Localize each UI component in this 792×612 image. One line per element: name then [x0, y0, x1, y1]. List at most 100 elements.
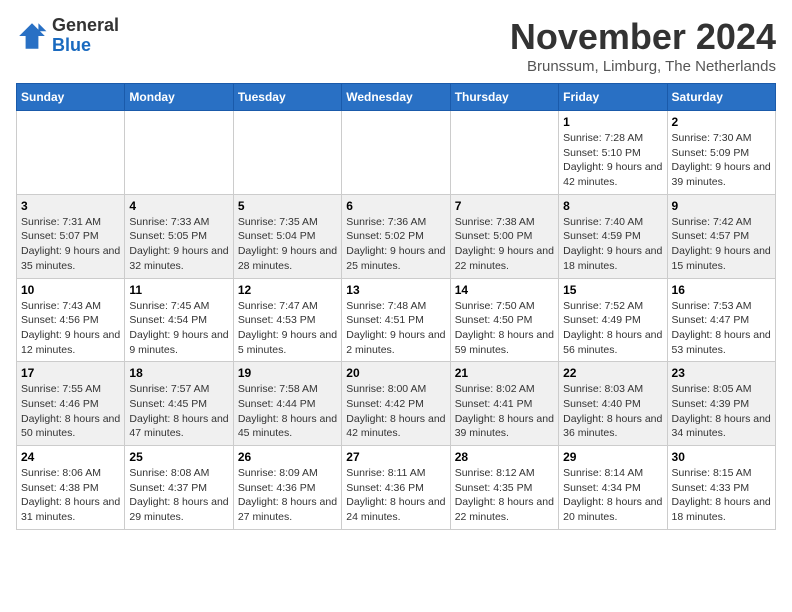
day-number: 22	[563, 366, 662, 380]
day-number: 29	[563, 450, 662, 464]
title-section: November 2024 Brunssum, Limburg, The Net…	[510, 16, 776, 75]
day-info: Sunrise: 7:57 AM Sunset: 4:45 PM Dayligh…	[129, 382, 228, 441]
column-header-friday: Friday	[559, 84, 667, 111]
calendar-day-cell: 23Sunrise: 8:05 AM Sunset: 4:39 PM Dayli…	[667, 362, 775, 446]
day-info: Sunrise: 8:08 AM Sunset: 4:37 PM Dayligh…	[129, 466, 228, 525]
calendar-day-cell	[342, 111, 450, 195]
column-header-tuesday: Tuesday	[233, 84, 341, 111]
calendar-day-cell: 25 Sunrise: 8:08 AM Sunset: 4:37 PM Dayli…	[125, 446, 233, 530]
calendar-day-cell: 24Sunrise: 8:06 AM Sunset: 4:38 PM Dayli…	[17, 446, 125, 530]
calendar-week-row: 1 Sunrise: 7:28 AM Sunset: 5:10 PM Daylig…	[17, 111, 776, 195]
day-info: Sunrise: 7:58 AM Sunset: 4:44 PM Dayligh…	[238, 382, 337, 441]
day-info: Sunrise: 7:47 AM Sunset: 4:53 PM Dayligh…	[238, 299, 337, 358]
calendar-week-row: 3 Sunrise: 7:31 AM Sunset: 5:07 PM Daylig…	[17, 194, 776, 278]
day-number: 26	[238, 450, 337, 464]
calendar-day-cell	[233, 111, 341, 195]
day-number: 16	[672, 283, 771, 297]
day-number: 1	[563, 115, 662, 129]
column-header-wednesday: Wednesday	[342, 84, 450, 111]
calendar-day-cell: 7 Sunrise: 7:38 AM Sunset: 5:00 PM Daylig…	[450, 194, 558, 278]
day-info: Sunrise: 7:43 AM Sunset: 4:56 PM Dayligh…	[21, 299, 120, 358]
day-number: 4	[129, 199, 228, 213]
calendar-table: SundayMondayTuesdayWednesdayThursdayFrid…	[16, 83, 776, 530]
day-number: 18	[129, 366, 228, 380]
day-number: 17	[21, 366, 120, 380]
page-header: General Blue November 2024 Brunssum, Lim…	[16, 16, 776, 75]
location-subtitle: Brunssum, Limburg, The Netherlands	[510, 58, 776, 75]
calendar-day-cell: 20 Sunrise: 8:00 AM Sunset: 4:42 PM Dayli…	[342, 362, 450, 446]
day-number: 25	[129, 450, 228, 464]
day-number: 10	[21, 283, 120, 297]
day-info: Sunrise: 8:00 AM Sunset: 4:42 PM Dayligh…	[346, 382, 445, 441]
day-number: 19	[238, 366, 337, 380]
calendar-day-cell: 14Sunrise: 7:50 AM Sunset: 4:50 PM Dayli…	[450, 278, 558, 362]
day-number: 14	[455, 283, 554, 297]
calendar-day-cell	[17, 111, 125, 195]
day-info: Sunrise: 8:05 AM Sunset: 4:39 PM Dayligh…	[672, 382, 771, 441]
calendar-day-cell: 30 Sunrise: 8:15 AM Sunset: 4:33 PM Dayli…	[667, 446, 775, 530]
day-number: 11	[129, 283, 228, 297]
calendar-day-cell: 4 Sunrise: 7:33 AM Sunset: 5:05 PM Daylig…	[125, 194, 233, 278]
day-number: 27	[346, 450, 445, 464]
day-number: 2	[672, 115, 771, 129]
day-info: Sunrise: 7:42 AM Sunset: 4:57 PM Dayligh…	[672, 215, 771, 274]
calendar-day-cell	[125, 111, 233, 195]
calendar-day-cell: 22 Sunrise: 8:03 AM Sunset: 4:40 PM Dayli…	[559, 362, 667, 446]
day-number: 15	[563, 283, 662, 297]
day-number: 6	[346, 199, 445, 213]
day-number: 7	[455, 199, 554, 213]
calendar-day-cell: 17 Sunrise: 7:55 AM Sunset: 4:46 PM Dayli…	[17, 362, 125, 446]
logo: General Blue	[16, 16, 119, 56]
calendar-day-cell: 6 Sunrise: 7:36 AM Sunset: 5:02 PM Daylig…	[342, 194, 450, 278]
calendar-week-row: 17 Sunrise: 7:55 AM Sunset: 4:46 PM Dayli…	[17, 362, 776, 446]
day-info: Sunrise: 8:03 AM Sunset: 4:40 PM Dayligh…	[563, 382, 662, 441]
calendar-day-cell: 9Sunrise: 7:42 AM Sunset: 4:57 PM Daylig…	[667, 194, 775, 278]
day-number: 24	[21, 450, 120, 464]
day-info: Sunrise: 7:28 AM Sunset: 5:10 PM Dayligh…	[563, 131, 662, 190]
calendar-day-cell: 8Sunrise: 7:40 AM Sunset: 4:59 PM Daylig…	[559, 194, 667, 278]
day-info: Sunrise: 7:36 AM Sunset: 5:02 PM Dayligh…	[346, 215, 445, 274]
day-info: Sunrise: 7:35 AM Sunset: 5:04 PM Dayligh…	[238, 215, 337, 274]
day-number: 5	[238, 199, 337, 213]
calendar-day-cell: 16 Sunrise: 7:53 AM Sunset: 4:47 PM Dayli…	[667, 278, 775, 362]
day-info: Sunrise: 8:15 AM Sunset: 4:33 PM Dayligh…	[672, 466, 771, 525]
day-info: Sunrise: 8:11 AM Sunset: 4:36 PM Dayligh…	[346, 466, 445, 525]
calendar-day-cell: 28 Sunrise: 8:12 AM Sunset: 4:35 PM Dayli…	[450, 446, 558, 530]
day-number: 28	[455, 450, 554, 464]
column-header-saturday: Saturday	[667, 84, 775, 111]
day-info: Sunrise: 7:48 AM Sunset: 4:51 PM Dayligh…	[346, 299, 445, 358]
day-info: Sunrise: 8:09 AM Sunset: 4:36 PM Dayligh…	[238, 466, 337, 525]
calendar-day-cell: 3 Sunrise: 7:31 AM Sunset: 5:07 PM Daylig…	[17, 194, 125, 278]
day-info: Sunrise: 7:55 AM Sunset: 4:46 PM Dayligh…	[21, 382, 120, 441]
calendar-day-cell: 27 Sunrise: 8:11 AM Sunset: 4:36 PM Dayli…	[342, 446, 450, 530]
day-info: Sunrise: 7:30 AM Sunset: 5:09 PM Dayligh…	[672, 131, 771, 190]
day-number: 13	[346, 283, 445, 297]
logo-icon	[16, 20, 48, 52]
day-info: Sunrise: 7:45 AM Sunset: 4:54 PM Dayligh…	[129, 299, 228, 358]
day-number: 30	[672, 450, 771, 464]
calendar-day-cell	[450, 111, 558, 195]
calendar-day-cell: 2 Sunrise: 7:30 AM Sunset: 5:09 PM Daylig…	[667, 111, 775, 195]
calendar-day-cell: 10 Sunrise: 7:43 AM Sunset: 4:56 PM Dayli…	[17, 278, 125, 362]
calendar-week-row: 10 Sunrise: 7:43 AM Sunset: 4:56 PM Dayli…	[17, 278, 776, 362]
day-number: 8	[563, 199, 662, 213]
day-number: 3	[21, 199, 120, 213]
calendar-week-row: 24Sunrise: 8:06 AM Sunset: 4:38 PM Dayli…	[17, 446, 776, 530]
day-info: Sunrise: 8:12 AM Sunset: 4:35 PM Dayligh…	[455, 466, 554, 525]
calendar-day-cell: 19 Sunrise: 7:58 AM Sunset: 4:44 PM Dayli…	[233, 362, 341, 446]
calendar-day-cell: 29Sunrise: 8:14 AM Sunset: 4:34 PM Dayli…	[559, 446, 667, 530]
day-info: Sunrise: 7:33 AM Sunset: 5:05 PM Dayligh…	[129, 215, 228, 274]
day-info: Sunrise: 7:38 AM Sunset: 5:00 PM Dayligh…	[455, 215, 554, 274]
day-info: Sunrise: 7:31 AM Sunset: 5:07 PM Dayligh…	[21, 215, 120, 274]
calendar-day-cell: 1 Sunrise: 7:28 AM Sunset: 5:10 PM Daylig…	[559, 111, 667, 195]
calendar-day-cell: 5 Sunrise: 7:35 AM Sunset: 5:04 PM Daylig…	[233, 194, 341, 278]
day-info: Sunrise: 7:53 AM Sunset: 4:47 PM Dayligh…	[672, 299, 771, 358]
column-header-thursday: Thursday	[450, 84, 558, 111]
calendar-day-cell: 12 Sunrise: 7:47 AM Sunset: 4:53 PM Dayli…	[233, 278, 341, 362]
month-year-title: November 2024	[510, 16, 776, 58]
day-number: 20	[346, 366, 445, 380]
column-header-sunday: Sunday	[17, 84, 125, 111]
logo-text: General Blue	[52, 16, 119, 56]
day-info: Sunrise: 7:52 AM Sunset: 4:49 PM Dayligh…	[563, 299, 662, 358]
day-number: 12	[238, 283, 337, 297]
